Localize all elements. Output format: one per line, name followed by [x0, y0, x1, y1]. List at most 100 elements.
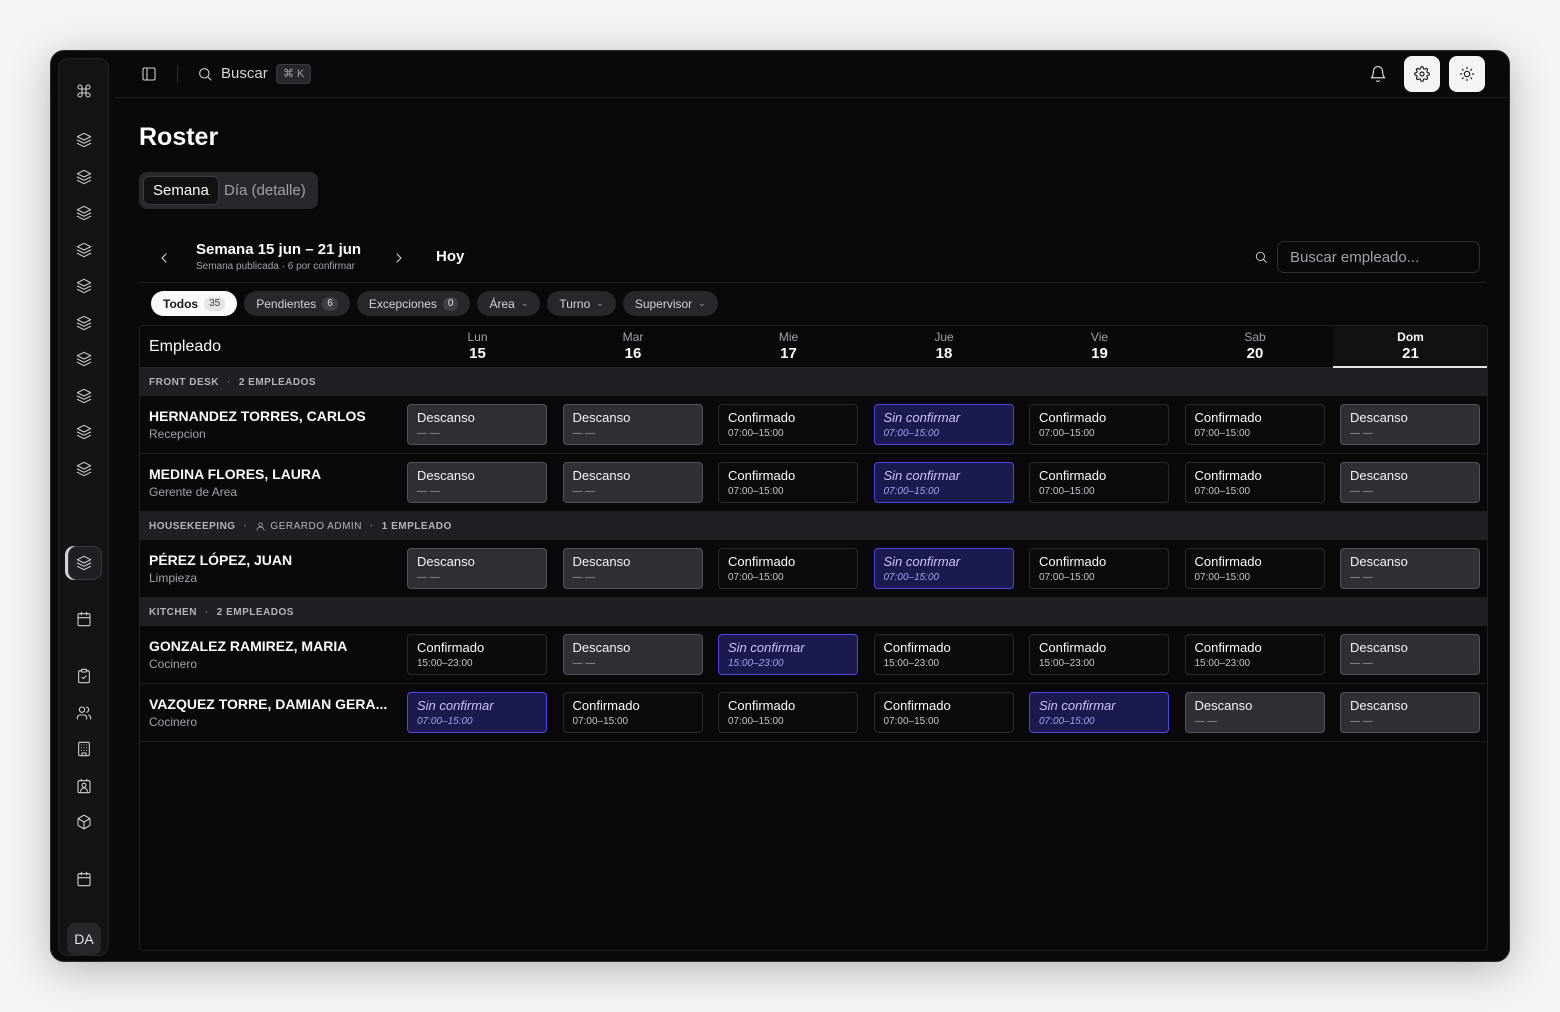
settings-button[interactable] — [1404, 56, 1440, 92]
shift-cell-descanso[interactable]: Descanso — — — [562, 404, 703, 445]
shift-status: Confirmado — [1194, 640, 1262, 655]
employee-name[interactable]: MEDINA FLORES, LAURA — [149, 466, 321, 482]
shift-cell-descanso[interactable]: Descanso — — — [1340, 462, 1480, 503]
shift-cell-descanso[interactable]: Descanso — — — [407, 548, 547, 589]
sidebar: DA — [58, 58, 109, 956]
shift-cell-confirmado[interactable]: Confirmado 07:00–15:00 — [1029, 462, 1169, 503]
shift-cell-confirmado[interactable]: Confirmado 07:00–15:00 — [718, 548, 858, 589]
employee-role: Limpieza — [149, 571, 198, 585]
shift-cell-descanso[interactable]: Descanso — — — [1340, 404, 1480, 445]
filter-chip-turno[interactable]: Turno ⌄ — [547, 291, 616, 316]
tab-semana[interactable]: Semana — [143, 176, 219, 205]
shift-time: 15:00–23:00 — [883, 658, 940, 669]
filter-chip-pendientes[interactable]: Pendientes 6 — [244, 291, 350, 316]
sidebar-nav-layers-3[interactable] — [72, 201, 96, 225]
sidebar-nav-layers-8[interactable] — [72, 384, 96, 408]
shift-status: Confirmado — [883, 640, 951, 655]
shift-cell-confirmado[interactable]: Confirmado 07:00–15:00 — [562, 692, 703, 733]
user-avatar[interactable]: DA — [67, 923, 101, 955]
shift-time: 15:00–23:00 — [417, 658, 473, 669]
shift-cell-sinconf[interactable]: Sin confirmar 15:00–23:00 — [718, 634, 858, 675]
shift-time: 07:00–15:00 — [572, 716, 629, 727]
shift-cell-descanso[interactable]: Descanso — — — [407, 462, 547, 503]
sidebar-nav-layers-5[interactable] — [72, 274, 96, 298]
chevron-down-icon: ⌄ — [520, 298, 529, 308]
filter-chip-todos[interactable]: Todos 35 — [151, 291, 238, 316]
sidebar-nav-box-17[interactable] — [72, 810, 96, 834]
day-header-mie: Mie 17 — [711, 326, 866, 368]
shift-cell-descanso[interactable]: Descanso — — — [562, 548, 703, 589]
search-icon[interactable] — [197, 66, 213, 82]
shift-cell-confirmado[interactable]: Confirmado 15:00–23:00 — [873, 634, 1014, 675]
sidebar-nav-layers-9[interactable] — [72, 420, 96, 444]
today-button[interactable]: Hoy — [436, 248, 464, 265]
shift-cell-descanso[interactable]: Descanso — — — [562, 462, 703, 503]
sidebar-nav-users-14[interactable] — [72, 701, 96, 725]
shift-cell-sinconf[interactable]: Sin confirmar 07:00–15:00 — [1029, 692, 1169, 733]
employee-name[interactable]: HERNANDEZ TORRES, CARLOS — [149, 408, 366, 424]
shift-cell-confirmado[interactable]: Confirmado 07:00–15:00 — [718, 462, 858, 503]
shift-cell-confirmado[interactable]: Confirmado 15:00–23:00 — [407, 634, 547, 675]
shift-cell-confirmado[interactable]: Confirmado 07:00–15:00 — [873, 692, 1014, 733]
shift-cell-sinconf[interactable]: Sin confirmar 07:00–15:00 — [873, 404, 1014, 445]
sidebar-nav-layers-2[interactable] — [72, 165, 96, 189]
sidebar-nav-layers-4[interactable] — [72, 238, 96, 262]
filter-chip-excepciones[interactable]: Excepciones 0 — [356, 291, 471, 316]
shift-cell-sinconf[interactable]: Sin confirmar 07:00–15:00 — [873, 548, 1014, 589]
shift-time: — — — [1194, 716, 1218, 727]
filter-chip-supervisor[interactable]: Supervisor ⌄ — [622, 291, 718, 316]
day-header-sab: Sab 20 — [1178, 326, 1333, 368]
shift-cell-descanso[interactable]: Descanso — — — [1340, 634, 1480, 675]
sidebar-nav-building-15[interactable] — [72, 737, 96, 761]
employee-search-input[interactable] — [1277, 241, 1480, 273]
shift-cell-descanso[interactable]: Descanso — — — [407, 404, 547, 445]
employee-name[interactable]: VAZQUEZ TORRE, DAMIAN GERA... — [149, 696, 387, 712]
day-date: 16 — [624, 345, 642, 362]
shift-cell-confirmado[interactable]: Confirmado 07:00–15:00 — [1184, 548, 1325, 589]
sidebar-nav-layers-6[interactable] — [72, 311, 96, 335]
shift-cell-descanso[interactable]: Descanso — — — [1340, 548, 1480, 589]
sidebar-nav-calendar-12[interactable] — [72, 607, 96, 631]
layers-icon — [76, 461, 92, 477]
filter-chip-label: Turno — [559, 296, 591, 311]
shift-cell-confirmado[interactable]: Confirmado 07:00–15:00 — [1184, 404, 1325, 445]
sidebar-nav-calendar-18[interactable] — [72, 867, 96, 891]
shift-cell-confirmado[interactable]: Confirmado 07:00–15:00 — [1029, 404, 1169, 445]
global-search-button[interactable]: Buscar — [221, 65, 268, 82]
employee-row: GONZALEZ RAMIREZ, MARIA Cocinero Confirmad… — [140, 626, 1487, 684]
filter-chip-rea[interactable]: Área ⌄ — [477, 291, 541, 316]
sidebar-nav-layers-10[interactable] — [72, 457, 96, 481]
bell-icon[interactable] — [1369, 65, 1387, 83]
toggle-sidebar-icon[interactable] — [141, 66, 157, 82]
shift-cell-sinconf[interactable]: Sin confirmar 07:00–15:00 — [873, 462, 1014, 503]
shift-cell-confirmado[interactable]: Confirmado 15:00–23:00 — [1184, 634, 1325, 675]
shift-cell-confirmado[interactable]: Confirmado 07:00–15:00 — [1029, 548, 1169, 589]
separator-dot: · — [369, 520, 374, 532]
shift-cell-confirmado[interactable]: Confirmado 07:00–15:00 — [1184, 462, 1325, 503]
employee-name[interactable]: PÉREZ LÓPEZ, JUAN — [149, 552, 292, 568]
filter-chip-label: Excepciones — [368, 296, 437, 311]
theme-toggle-button[interactable] — [1449, 56, 1485, 92]
chevron-left-icon[interactable] — [156, 250, 172, 266]
employee-name[interactable]: GONZALEZ RAMIREZ, MARIA — [149, 638, 347, 654]
sidebar-nav-layers-11[interactable] — [72, 551, 96, 575]
shift-cell-confirmado[interactable]: Confirmado 07:00–15:00 — [718, 692, 858, 733]
shift-cell-confirmado[interactable]: Confirmado 07:00–15:00 — [718, 404, 858, 445]
layers-icon — [76, 242, 92, 258]
shift-cell-descanso[interactable]: Descanso — — — [562, 634, 703, 675]
day-name: Vie — [1090, 330, 1109, 344]
separator-dot: · — [243, 520, 248, 532]
command-icon[interactable] — [72, 79, 96, 103]
shift-status: Descanso — [1194, 698, 1253, 713]
sidebar-nav-contact-16[interactable] — [72, 774, 96, 798]
sidebar-nav-layers-7[interactable] — [72, 347, 96, 371]
shift-cell-confirmado[interactable]: Confirmado 15:00–23:00 — [1029, 634, 1169, 675]
sidebar-nav-clipboard-check-13[interactable] — [72, 664, 96, 688]
tab-dia-detalle[interactable]: Día (detalle) — [215, 176, 315, 205]
shift-cell-descanso[interactable]: Descanso — — — [1184, 692, 1325, 733]
shift-cell-sinconf[interactable]: Sin confirmar 07:00–15:00 — [407, 692, 547, 733]
layers-icon — [76, 278, 92, 294]
shift-cell-descanso[interactable]: Descanso — — — [1340, 692, 1480, 733]
sidebar-nav-layers-1[interactable] — [72, 128, 96, 152]
chevron-right-icon[interactable] — [391, 250, 407, 266]
